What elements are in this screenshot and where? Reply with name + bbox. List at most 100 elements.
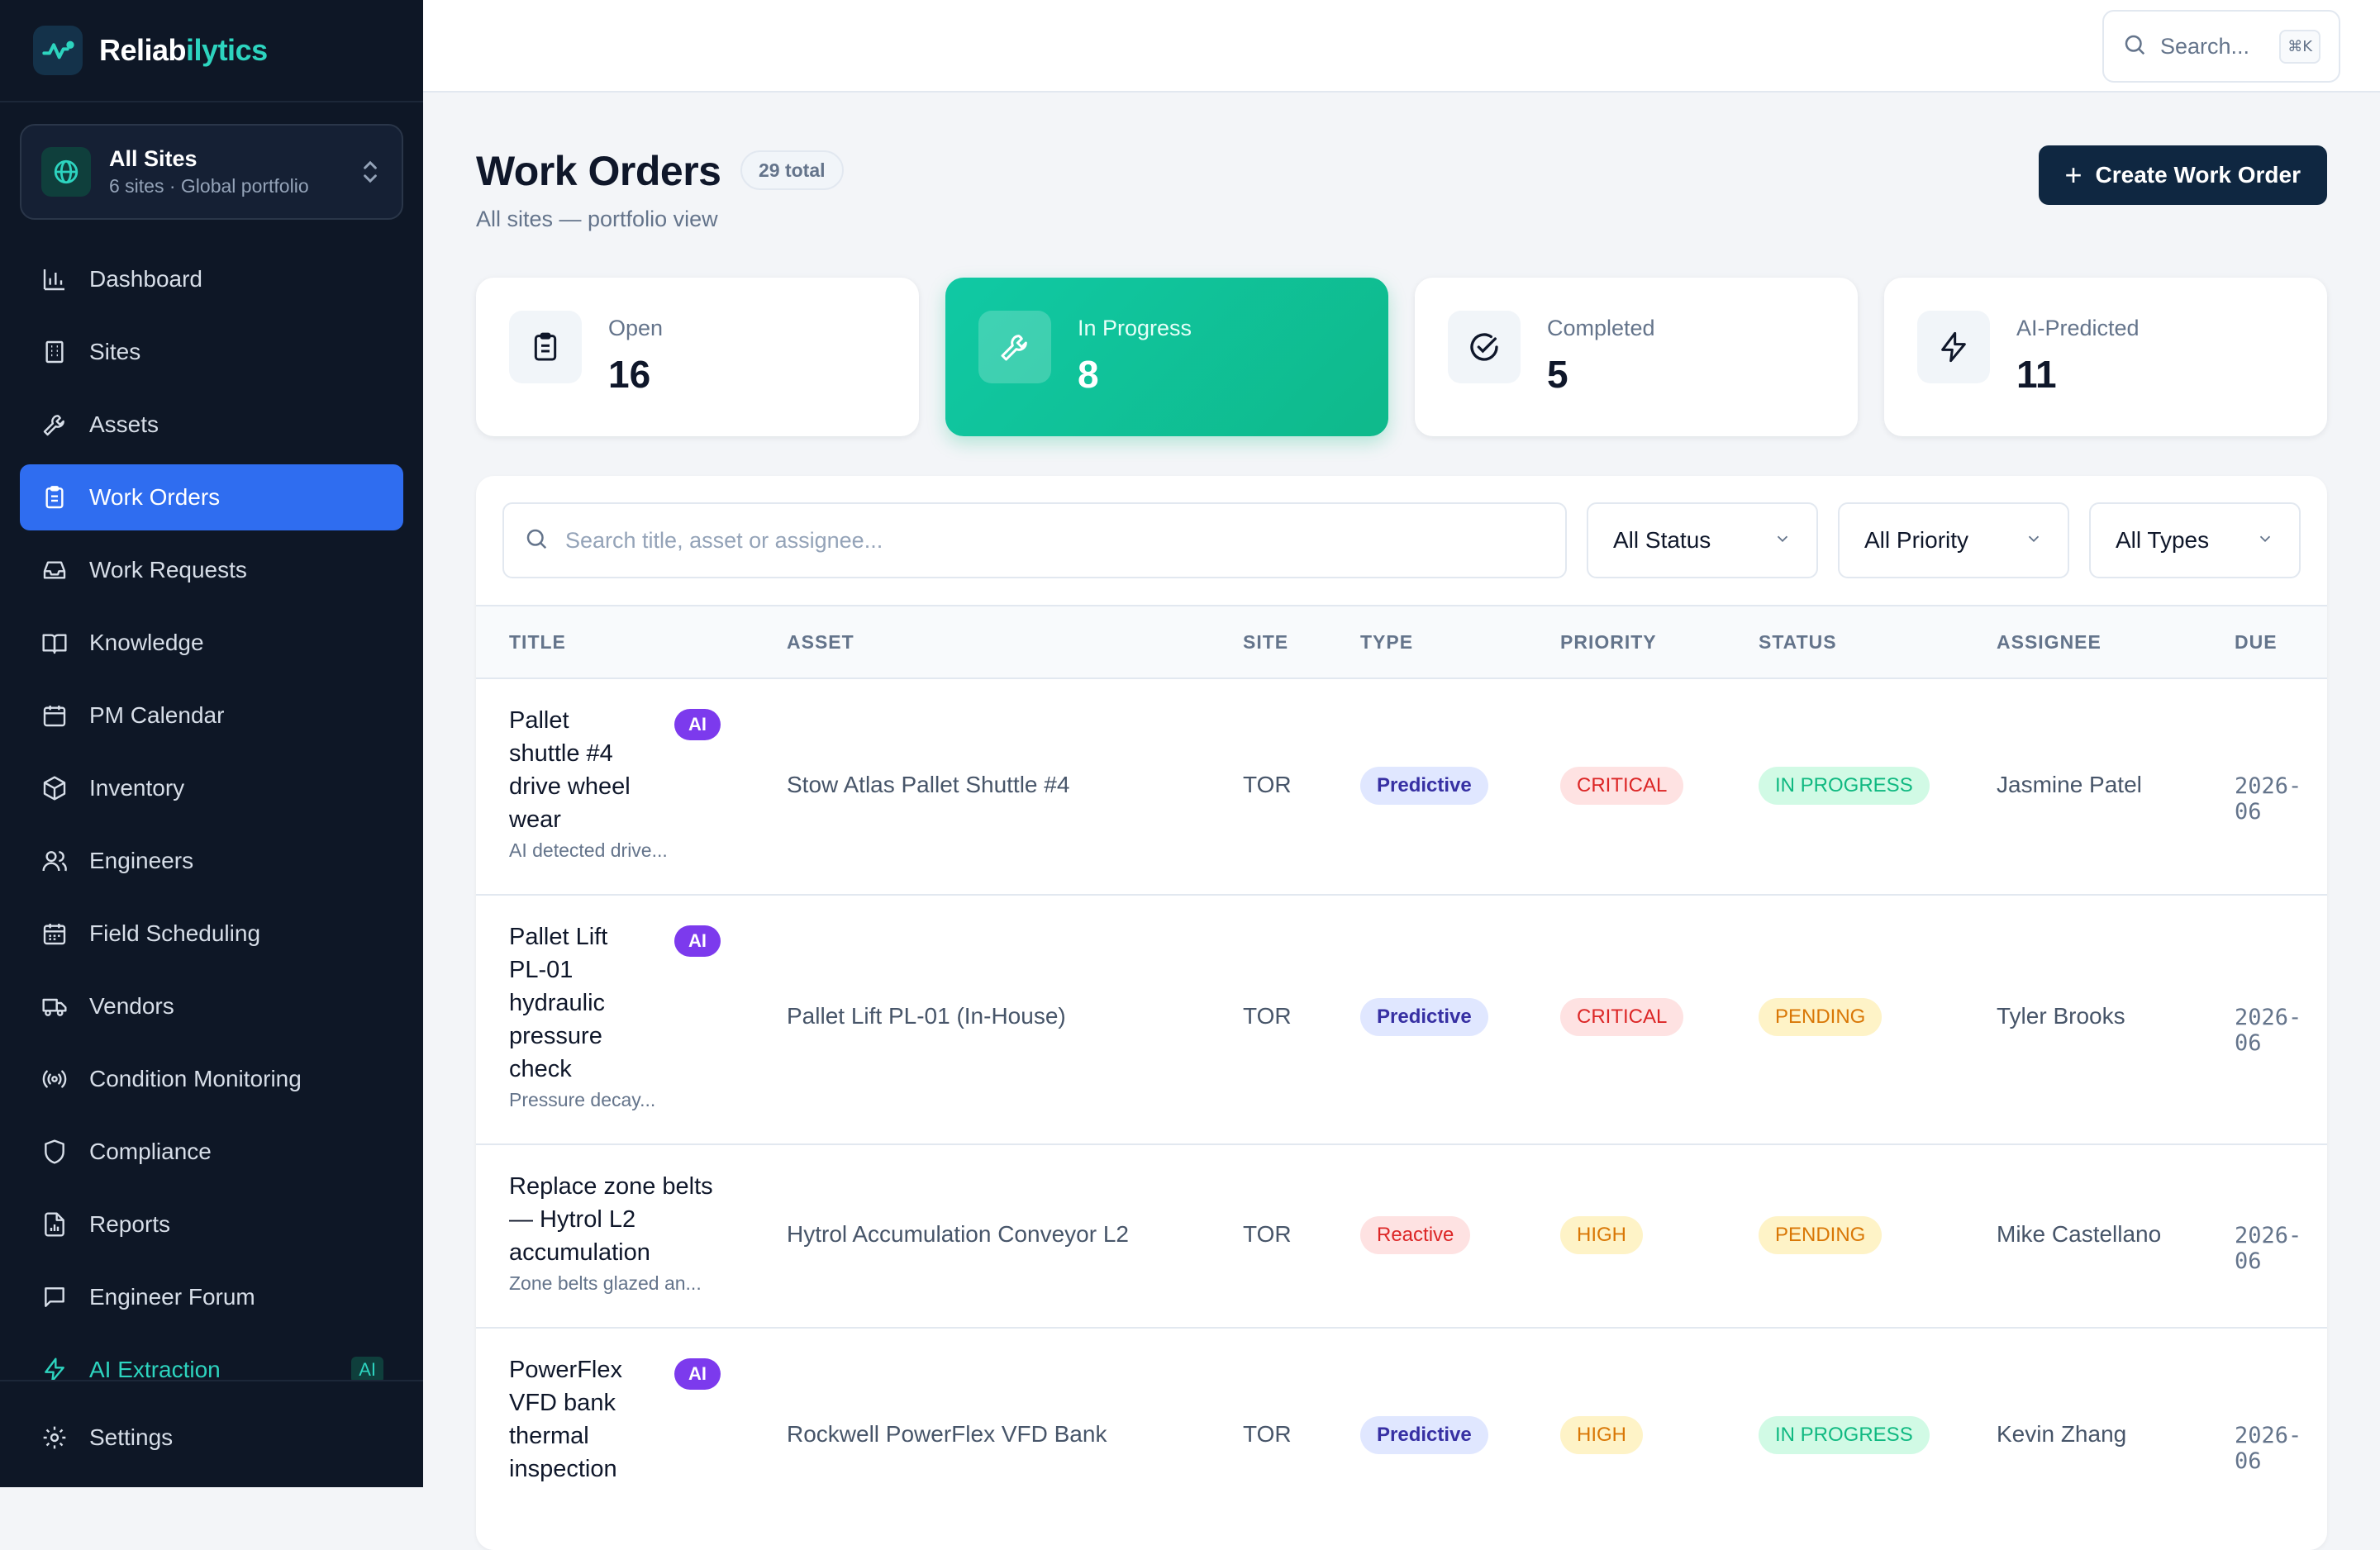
due-cell: 2026-06 [2235, 1223, 2302, 1274]
column-header-asset[interactable]: ASSET [787, 631, 854, 654]
status-pill: IN PROGRESS [1759, 1416, 1930, 1454]
priority-cell: CRITICAL [1560, 767, 1684, 805]
stat-label: Completed [1547, 316, 1655, 340]
globe-icon [41, 147, 91, 197]
column-header-site[interactable]: SITE [1243, 631, 1288, 654]
row-description: Pressure decay... [509, 1089, 656, 1110]
sidebar-item-sites[interactable]: Sites [20, 319, 403, 385]
ai-tag: AI [674, 1358, 721, 1390]
sidebar-item-reports[interactable]: Reports [20, 1191, 403, 1258]
keyboard-shortcut: ⌘K [2279, 29, 2320, 64]
column-header-assignee[interactable]: ASSIGNEE [1997, 631, 2102, 654]
sidebar-item-settings[interactable]: Settings [20, 1405, 403, 1471]
chevron-updown-icon [359, 155, 382, 188]
site-cell: TOR [1243, 1003, 1292, 1029]
filter-bar: Search title, asset or assignee... All S… [502, 502, 2301, 578]
users-icon [40, 846, 69, 876]
sidebar-item-dashboard[interactable]: Dashboard [20, 246, 403, 312]
site-switcher-title: All Sites [109, 146, 198, 171]
chevron-down-icon [2256, 527, 2274, 554]
site-cell: TOR [1243, 1221, 1292, 1247]
table-search-placeholder: Search title, asset or assignee... [565, 527, 883, 553]
status-cell: IN PROGRESS [1759, 767, 1930, 805]
global-search-label: Search... [2160, 33, 2250, 59]
stat-label: Open [608, 316, 664, 340]
brand[interactable]: Reliabilytics [0, 0, 423, 102]
assignee-cell: Mike Castellano [1997, 1221, 2162, 1247]
type-pill: Predictive [1360, 998, 1488, 1036]
sidebar-item-work-orders[interactable]: Work Orders [20, 464, 403, 530]
table-row[interactable]: Pallet shuttle #4 drive wheel wear AI detec… [476, 679, 2327, 896]
column-header-title[interactable]: TITLE [509, 631, 566, 654]
sidebar-item-vendors[interactable]: Vendors [20, 973, 403, 1039]
priority-pill: CRITICAL [1560, 998, 1684, 1036]
sidebar-item-knowledge[interactable]: Knowledge [20, 610, 403, 676]
type-filter-select[interactable]: All Types [2089, 502, 2301, 578]
sidebar-item-pm-calendar[interactable]: PM Calendar [20, 682, 403, 749]
search-icon [2122, 32, 2147, 61]
priority-cell: HIGH [1560, 1216, 1643, 1254]
type-pill: Predictive [1360, 767, 1488, 805]
truck-icon [40, 991, 69, 1021]
sidebar-item-engineers[interactable]: Engineers [20, 828, 403, 894]
priority-pill: CRITICAL [1560, 767, 1684, 805]
create-work-order-button[interactable]: + Create Work Order [2038, 145, 2327, 205]
topbar: Search... ⌘K [423, 0, 2380, 93]
sidebar-item-label: Work Requests [89, 557, 247, 582]
sidebar-item-engineer-forum[interactable]: Engineer Forum [20, 1264, 403, 1330]
app-name: Reliabilytics [99, 33, 268, 67]
sidebar-item-work-requests[interactable]: Work Requests [20, 537, 403, 603]
sidebar-item-condition-monitoring[interactable]: Condition Monitoring [20, 1046, 403, 1112]
sidebar-item-label: Work Orders [89, 484, 221, 510]
stat-card-in-progress[interactable]: In Progress 8 [945, 278, 1388, 436]
type-cell: Predictive [1360, 998, 1488, 1036]
status-filter-select[interactable]: All Status [1587, 502, 1818, 578]
stat-card-ai-predicted[interactable]: AI-Predicted 11 [1884, 278, 2327, 436]
table-row[interactable]: Pallet Lift PL-01 hydraulic pressure check P… [476, 896, 2327, 1145]
asset-cell: Rockwell PowerFlex VFD Bank [787, 1421, 1107, 1447]
sidebar-item-field-scheduling[interactable]: Field Scheduling [20, 901, 403, 967]
sidebar-item-compliance[interactable]: Compliance [20, 1119, 403, 1185]
row-title: Replace zone belts — Hytrol L2 accumulatio… [509, 1173, 713, 1266]
sidebar-item-label: Field Scheduling [89, 920, 261, 946]
table-row[interactable]: PowerFlex VFD bank thermal inspection AI Ro… [476, 1329, 2327, 1550]
status-cell: PENDING [1759, 1216, 1883, 1254]
sidebar-item-label: Vendors [89, 993, 174, 1019]
sidebar-item-label: Assets [89, 411, 159, 437]
assignee-cell: Jasmine Patel [1997, 772, 2142, 797]
sidebar: Reliabilytics All Sites 6 sites · Global… [0, 0, 423, 1487]
sidebar-item-assets[interactable]: Assets [20, 392, 403, 458]
column-header-status[interactable]: STATUS [1759, 631, 1837, 654]
type-cell: Predictive [1360, 1416, 1488, 1454]
type-cell: Reactive [1360, 1216, 1471, 1254]
type-filter-value: All Types [2116, 527, 2210, 553]
table-row[interactable]: Replace zone belts — Hytrol L2 accumulatio… [476, 1145, 2327, 1329]
stats-row: Open 16 In Progress 8 Completed 5 AI-Pre… [476, 278, 2327, 436]
search-icon [524, 526, 549, 555]
table-search-input[interactable]: Search title, asset or assignee... [502, 502, 1567, 578]
column-header-due[interactable]: DUE [2235, 631, 2278, 654]
stat-card-open[interactable]: Open 16 [476, 278, 919, 436]
table-header: TITLE ASSET SITE TYPE PRIORITY STATUS AS… [476, 605, 2327, 679]
pulse-logo-icon [33, 26, 83, 75]
row-description: Zone belts glazed an... [509, 1272, 702, 1294]
status-pill: IN PROGRESS [1759, 767, 1930, 805]
sidebar-nav: Dashboard Sites Assets Work Orders Work … [20, 246, 403, 1410]
sidebar-item-inventory[interactable]: Inventory [20, 755, 403, 821]
sidebar-item-label: Engineers [89, 848, 194, 873]
stat-value: 11 [2016, 353, 2057, 396]
stat-card-completed[interactable]: Completed 5 [1415, 278, 1858, 436]
priority-filter-select[interactable]: All Priority [1838, 502, 2069, 578]
wrench-icon [40, 410, 69, 440]
lightning-icon [1917, 311, 1990, 383]
sidebar-footer: Settings [0, 1380, 423, 1487]
column-header-priority[interactable]: PRIORITY [1560, 631, 1657, 654]
clipboard-icon [509, 311, 582, 383]
site-switcher[interactable]: All Sites 6 sites · Global portfolio [20, 124, 403, 220]
column-header-type[interactable]: TYPE [1360, 631, 1413, 654]
create-work-order-label: Create Work Order [2095, 162, 2301, 188]
status-pill: PENDING [1759, 998, 1883, 1036]
priority-pill: HIGH [1560, 1216, 1643, 1254]
sidebar-item-label: Settings [89, 1424, 174, 1450]
global-search[interactable]: Search... ⌘K [2102, 10, 2340, 83]
